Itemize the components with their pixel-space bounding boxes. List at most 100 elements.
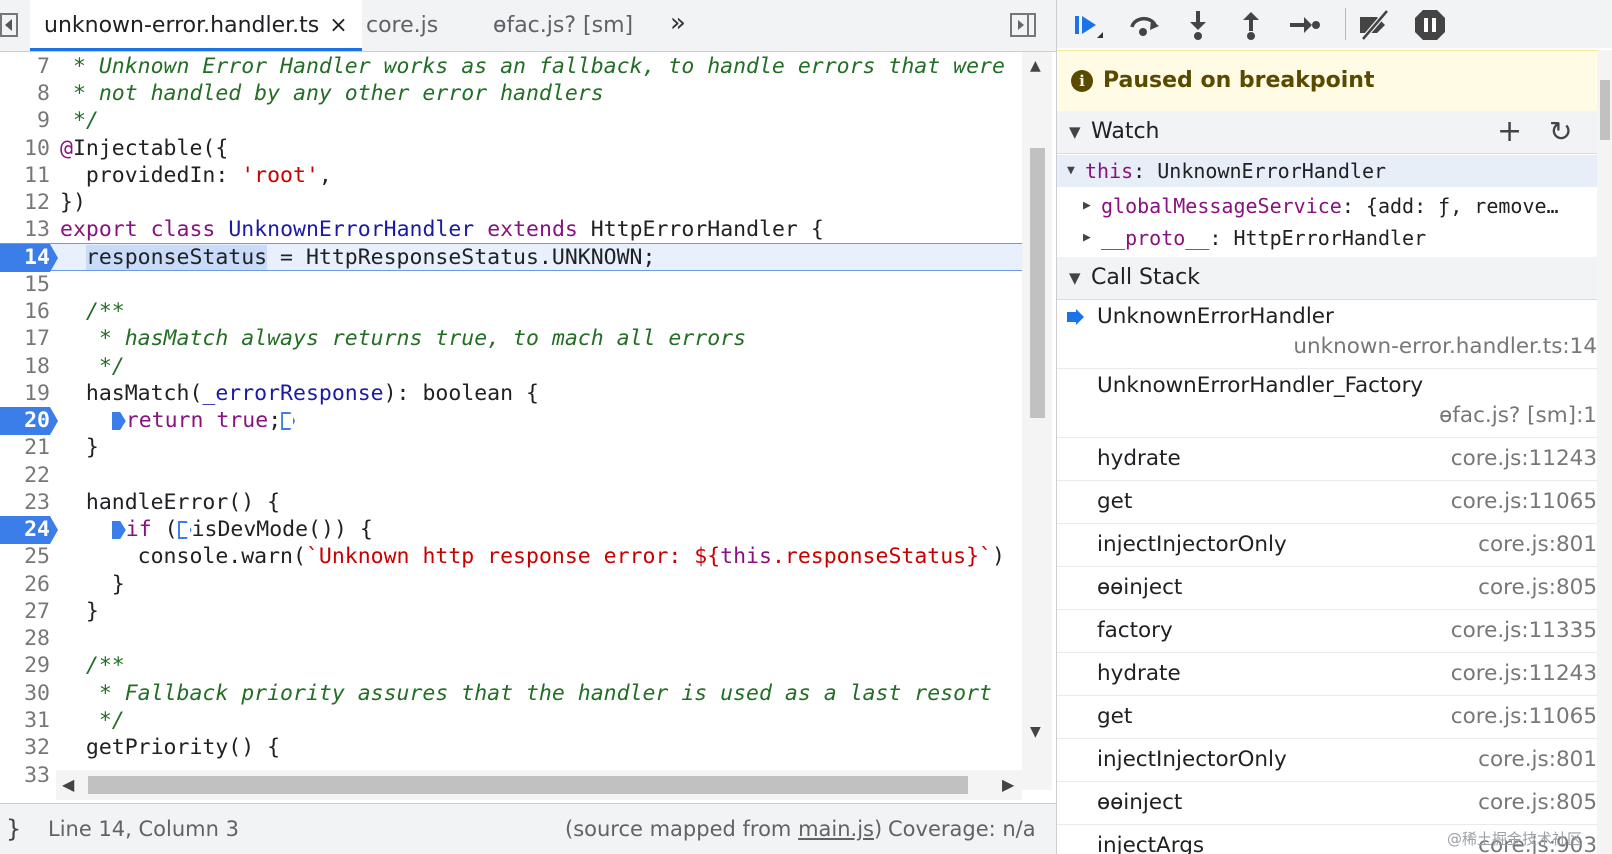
scroll-left-arrow-icon[interactable]: ◀ <box>62 775 74 794</box>
sidebar-scrollbar[interactable] <box>1597 50 1612 854</box>
line-number[interactable]: 22 <box>0 462 50 490</box>
frame-location[interactable]: unknown-error.handler.ts:14 <box>1293 334 1597 359</box>
inline-breakpoint-marker-icon[interactable] <box>177 521 192 539</box>
pretty-print-icon[interactable]: } <box>6 804 21 854</box>
scroll-right-arrow-icon[interactable]: ▶ <box>1002 775 1014 794</box>
callstack-section-header[interactable]: ▼ Call Stack <box>1057 257 1612 300</box>
line-number[interactable]: 28 <box>0 625 50 653</box>
deactivate-breakpoints-icon[interactable] <box>1357 8 1391 42</box>
callstack-frame[interactable]: injectInjectorOnly core.js:801 <box>1057 739 1597 782</box>
callstack-frame[interactable]: factory core.js:11335 <box>1057 610 1597 653</box>
scrollbar-thumb[interactable] <box>1030 148 1045 418</box>
frame-location[interactable]: core.js:805 <box>1478 567 1597 609</box>
scrollbar-thumb[interactable] <box>88 776 968 794</box>
watch-section-header[interactable]: ▼ Watch + ↻ <box>1057 111 1612 154</box>
watch-property-proto[interactable]: ▶ __proto__: HttpErrorHandler <box>1057 222 1612 254</box>
callstack-frame[interactable]: hydrate core.js:11243 <box>1057 653 1597 696</box>
callstack-frame[interactable]: UnknownErrorHandler unknown-error.handle… <box>1057 300 1597 369</box>
pause-on-exceptions-icon[interactable] <box>1413 8 1447 42</box>
frame-location[interactable]: core.js:11065 <box>1451 481 1597 523</box>
line-number[interactable]: 18 <box>0 353 50 381</box>
frame-location[interactable]: core.js:801 <box>1478 524 1597 566</box>
inline-breakpoint-icon[interactable] <box>111 412 126 430</box>
frame-location[interactable]: ɵfac.js? [sm]:1 <box>1439 403 1597 428</box>
watch-item-this[interactable]: ▼ this: UnknownErrorHandler <box>1057 155 1612 187</box>
watch-property-globalMessageService[interactable]: ▶ globalMessageService: {add: ƒ, remove… <box>1057 190 1612 222</box>
step-over-icon[interactable] <box>1127 8 1161 42</box>
line-number[interactable]: 9 <box>0 107 50 135</box>
line-number[interactable]: 33 <box>0 762 50 790</box>
keyword-token: export <box>60 217 138 242</box>
line-number[interactable]: 30 <box>0 680 50 708</box>
callstack-frame[interactable]: UnknownErrorHandler_Factory ɵfac.js? [sm… <box>1057 369 1597 438</box>
line-number[interactable]: 17 <box>0 325 50 353</box>
callstack-frame[interactable]: get core.js:11065 <box>1057 481 1597 524</box>
line-number[interactable]: 10 <box>0 135 50 163</box>
code-text: @Injectable({ <box>60 135 228 163</box>
line-number[interactable]: 31 <box>0 707 50 735</box>
breakpoint-line-number[interactable]: 24 <box>0 516 58 544</box>
tab-close-icon[interactable]: × <box>329 13 347 38</box>
step-out-icon[interactable] <box>1234 8 1268 42</box>
inline-breakpoint-marker-icon[interactable] <box>281 412 296 430</box>
line-number[interactable]: 15 <box>0 271 50 299</box>
current-frame-arrow-icon <box>1067 309 1084 325</box>
breakpoint-line-number[interactable]: 14 <box>0 244 58 272</box>
line-number[interactable]: 7 <box>0 53 50 81</box>
frame-location[interactable]: core.js:11243 <box>1451 653 1597 695</box>
frame-location[interactable]: core.js:801 <box>1478 739 1597 781</box>
toggle-navigator-icon[interactable] <box>0 13 18 37</box>
line-number[interactable]: 12 <box>0 189 50 217</box>
frame-location[interactable]: core.js:11335 <box>1451 610 1597 652</box>
add-watch-icon[interactable]: + <box>1497 111 1522 153</box>
code-text: * not handled by any other error handler… <box>60 81 604 106</box>
step-icon[interactable] <box>1287 8 1321 42</box>
code-line: 28 <box>0 625 1022 653</box>
code-editor[interactable]: 7 * Unknown Error Handler works as an fa… <box>0 52 1022 800</box>
expand-triangle-icon[interactable]: ▶ <box>1083 190 1091 222</box>
frame-location[interactable]: core.js:805 <box>1478 782 1597 824</box>
toggle-debugger-sidebar-icon[interactable] <box>1010 13 1036 37</box>
more-tabs-icon[interactable]: » <box>670 8 686 38</box>
editor-vertical-scrollbar[interactable]: ▲ ▼ <box>1022 52 1052 790</box>
line-number[interactable]: 23 <box>0 489 50 517</box>
callstack-frame[interactable]: get core.js:11065 <box>1057 696 1597 739</box>
inline-breakpoint-icon[interactable] <box>111 521 126 539</box>
tab-core-js[interactable]: core.js <box>366 0 438 51</box>
code-token: , <box>318 163 332 188</box>
refresh-watch-icon[interactable]: ↻ <box>1549 111 1572 153</box>
breakpoint-line-number[interactable]: 20 <box>0 407 58 435</box>
scroll-up-arrow-icon[interactable]: ▲ <box>1030 58 1041 74</box>
code-text: } <box>60 572 125 597</box>
editor-horizontal-scrollbar[interactable]: ◀ ▶ <box>56 770 1022 800</box>
collapse-triangle-icon[interactable]: ▼ <box>1069 257 1081 299</box>
watermark: @稀土掘金技术社区 <box>1447 830 1583 848</box>
line-number[interactable]: 26 <box>0 571 50 599</box>
resume-icon[interactable] <box>1071 8 1105 42</box>
line-number[interactable]: 16 <box>0 298 50 326</box>
line-number[interactable]: 11 <box>0 162 50 190</box>
line-number[interactable]: 32 <box>0 734 50 762</box>
line-number[interactable]: 25 <box>0 543 50 571</box>
scrollbar-thumb[interactable] <box>1600 80 1610 140</box>
line-number[interactable]: 8 <box>0 80 50 108</box>
frame-location[interactable]: core.js:11065 <box>1451 696 1597 738</box>
callstack-frame[interactable]: hydrate core.js:11243 <box>1057 438 1597 481</box>
callstack-frame[interactable]: ɵɵinject core.js:805 <box>1057 782 1597 825</box>
source-map-link[interactable]: main.js <box>798 817 874 841</box>
callstack-frame[interactable]: ɵɵinject core.js:805 <box>1057 567 1597 610</box>
scroll-down-arrow-icon[interactable]: ▼ <box>1030 724 1041 740</box>
tab-unknown-error-handler[interactable]: unknown-error.handler.ts × <box>30 0 362 51</box>
callstack-frame[interactable]: injectInjectorOnly core.js:801 <box>1057 524 1597 567</box>
line-number[interactable]: 19 <box>0 380 50 408</box>
frame-location[interactable]: core.js:11243 <box>1451 438 1597 480</box>
tab-fac-js[interactable]: ɵfac.js? [sm] <box>493 0 633 51</box>
step-into-icon[interactable] <box>1181 8 1215 42</box>
expand-triangle-icon[interactable]: ▶ <box>1083 222 1091 254</box>
line-number[interactable]: 29 <box>0 652 50 680</box>
line-number[interactable]: 13 <box>0 216 50 244</box>
line-number[interactable]: 21 <box>0 434 50 462</box>
collapse-triangle-icon[interactable]: ▼ <box>1069 111 1081 153</box>
expand-triangle-icon[interactable]: ▼ <box>1067 155 1075 187</box>
line-number[interactable]: 27 <box>0 598 50 626</box>
